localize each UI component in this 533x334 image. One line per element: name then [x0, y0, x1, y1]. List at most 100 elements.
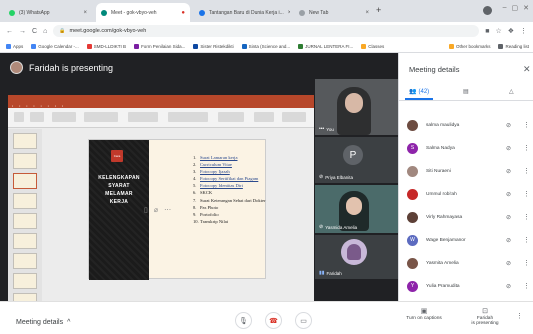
tab-tantangan[interactable]: Tantangan Baru di Dunia Kerja i... × [194, 3, 290, 22]
more-vert-icon[interactable]: ⋮ [523, 213, 530, 221]
close-panel-icon[interactable]: ✕ [523, 64, 531, 75]
close-tab-icon[interactable]: × [83, 10, 87, 16]
close-tab-icon[interactable]: × [365, 10, 369, 16]
menu-dots-icon[interactable]: ⋮ [520, 27, 527, 35]
slide-thumbnail[interactable] [13, 193, 37, 209]
profile-avatar[interactable] [483, 6, 492, 15]
whatsapp-icon [9, 9, 15, 16]
more-vert-icon[interactable]: ⋮ [523, 259, 530, 267]
participant-row[interactable]: Virly Rahmayasa ⊘ ⋮ [399, 207, 533, 227]
list-text: Fotocopy Sertifikat dan Piagam [200, 176, 259, 182]
ppt-tab: ▪ [54, 103, 56, 108]
participant-row[interactable]: salma maulidya ⊘ ⋮ [399, 115, 533, 135]
you-face [345, 93, 363, 113]
tab-chat[interactable]: ▤ [463, 88, 469, 95]
close-window-icon[interactable]: ✕ [523, 4, 529, 12]
bookmark-item[interactable]: Classes [361, 43, 385, 49]
home-icon[interactable]: ⌂ [43, 28, 47, 35]
bookmark-icon [86, 43, 92, 49]
participant-avatar [407, 211, 418, 223]
presenting-button[interactable]: ⊡ Faridah is presenting [462, 308, 508, 327]
slide-thumbnail[interactable] [13, 253, 37, 269]
bookmark-item[interactable]: Other bookmarks [448, 44, 490, 49]
participant-row[interactable]: Yasmita Amelia ⊘ ⋮ [399, 253, 533, 273]
more-vert-icon[interactable]: ⋮ [523, 190, 530, 198]
slide-thumbnail[interactable] [13, 213, 37, 229]
slide-heading-line: MELAMAR [105, 191, 133, 197]
tile-priya[interactable]: P ⊘ Priya Elbanita [315, 137, 398, 183]
mic-off-icon: ⊘ [506, 237, 512, 244]
more-vert-icon[interactable]: ⋮ [523, 167, 530, 175]
more-vert-icon[interactable]: ⋮ [523, 236, 530, 244]
reload-icon[interactable]: C [32, 28, 37, 35]
presenter-avatar [10, 61, 23, 74]
mic-button[interactable]: 🎙 [235, 312, 252, 329]
list-number: 6. [193, 190, 197, 196]
presenting-label: Faridah is presenting [471, 315, 499, 327]
bookmark-item[interactable]: Google Calendar -... [31, 43, 79, 49]
camera-icon: ▭ [300, 317, 307, 325]
participant-row[interactable]: W Wage Benjamanor ⊘ ⋮ [399, 230, 533, 250]
url-input[interactable]: 🔒 meet.google.com/gok-vbyo-veh [53, 25, 480, 37]
bookmark-item[interactable]: JURNAL LENTERA FI... [298, 43, 353, 49]
participant-row[interactable]: S Salma Nadya ⊘ ⋮ [399, 138, 533, 158]
presenter-label: Faridah is presenting [29, 62, 114, 73]
tile-you[interactable]: ••• You [315, 79, 398, 135]
tab-people[interactable]: 👥 (42) [409, 88, 430, 96]
star-icon[interactable]: ☆ [495, 27, 501, 35]
bookmark-item[interactable]: Apps [6, 43, 23, 49]
more-vert-icon[interactable]: ⋮ [523, 144, 530, 152]
slide-thumbnail[interactable] [13, 273, 37, 289]
slide-list-item: 3. Fotocopy Ijazah [193, 168, 267, 175]
bookmark-item[interactable]: Form Penilaian Sida... [134, 43, 186, 49]
slide-thumbnail[interactable] [13, 233, 37, 249]
leave-call-button[interactable]: ☎ [265, 312, 282, 329]
people-count: (42) [418, 88, 430, 95]
maximize-icon[interactable]: ▢ [512, 4, 519, 12]
faridah-avatar [341, 239, 367, 265]
list-text: Surat Keterangan Sehat dari Dokter [200, 197, 266, 203]
bookmark-icon [6, 43, 11, 49]
bookmark-item[interactable]: Reading list [498, 44, 529, 49]
participant-initial: P [343, 145, 363, 165]
slide-thumbnail[interactable] [13, 133, 37, 149]
bookmark-label: Form Penilaian Sida... [141, 43, 186, 49]
tile-faridah[interactable]: ▮▮ Faridah [315, 235, 398, 279]
close-tab-icon[interactable]: × [288, 10, 290, 16]
participant-name: Virly Rahmayasa [426, 214, 463, 220]
new-tab-button[interactable]: + [376, 5, 381, 15]
tab-activities[interactable]: △ [509, 88, 514, 95]
bookmark-item[interactable]: Sister Ristekdikti [193, 43, 234, 49]
close-tab-icon[interactable]: ● [181, 10, 185, 16]
forward-icon[interactable]: → [19, 28, 26, 35]
minimize-icon[interactable]: – [503, 4, 507, 12]
participant-row[interactable]: Ummul robi'ah ⊘ ⋮ [399, 184, 533, 204]
slide-zoom-icon: ▯ [144, 207, 148, 214]
list-number: 1. [193, 155, 197, 160]
more-options-button[interactable]: ⋮ [516, 313, 523, 319]
participant-row[interactable]: Siti Nuraeni ⊘ ⋮ [399, 161, 533, 181]
camera-button[interactable]: ▭ [295, 312, 312, 329]
panel-tabs: 👥 (42) ▤ △ [399, 85, 533, 101]
bookmark-item[interactable]: SMD-LLDIKTI B [86, 43, 127, 49]
slide-thumbnail[interactable] [13, 153, 37, 169]
tile-label: ▮▮ Faridah [319, 270, 342, 276]
back-icon[interactable]: ← [6, 28, 13, 35]
camera-icon[interactable]: ■ [485, 28, 489, 35]
bookmark-label: SMD-LLDIKTI B [93, 43, 127, 49]
more-vert-icon[interactable]: ⋮ [523, 282, 530, 290]
ppt-tab: ▪ [61, 103, 64, 108]
slide-thumbnail[interactable] [13, 173, 37, 189]
bookmark-label: Classes [368, 43, 385, 49]
tile-yasmida[interactable]: ⊘ Yasmida Amelia [315, 185, 398, 233]
more-vert-icon[interactable]: ⋮ [523, 121, 530, 129]
bookmark-item[interactable]: Sinta (Science and... [241, 43, 290, 49]
extensions-icon[interactable]: ❖ [508, 27, 514, 35]
tab-meet[interactable]: Meet - gok-vbyo-veh ● [96, 3, 190, 22]
captions-button[interactable]: ▣ Turn on captions [400, 308, 448, 321]
tab-whatsapp[interactable]: (3) WhatsApp × [4, 3, 92, 22]
participant-row[interactable]: Y Yulia Pramudita ⊘ ⋮ [399, 276, 533, 296]
meeting-details-button[interactable]: Meeting details ^ [16, 319, 70, 326]
list-text: Pas Photo [200, 204, 219, 210]
tab-new-tab[interactable]: New Tab × [294, 3, 374, 22]
